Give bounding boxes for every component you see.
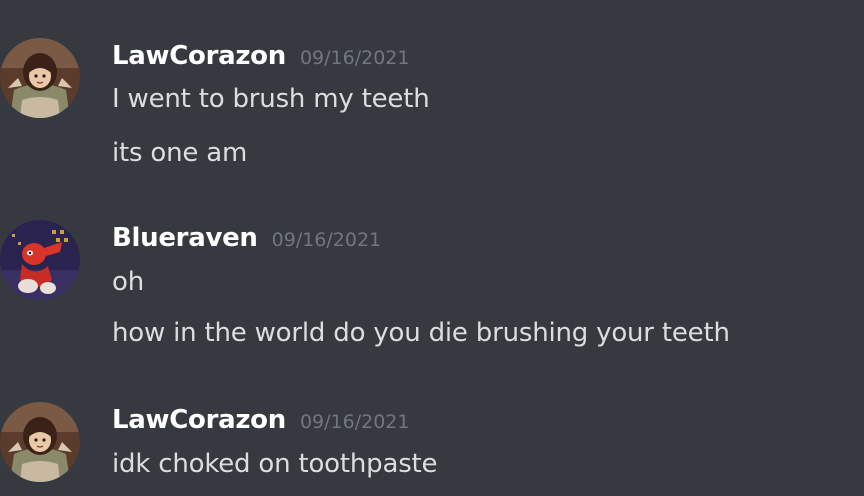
username[interactable]: LawCorazon — [112, 41, 286, 71]
message-text: its one am — [112, 138, 248, 168]
avatar[interactable] — [0, 38, 80, 118]
message-text: oh — [112, 267, 144, 297]
avatar[interactable] — [0, 220, 80, 300]
avatar[interactable] — [0, 402, 80, 482]
anime-girl-avatar-icon — [0, 38, 80, 118]
username[interactable]: Blueraven — [112, 223, 258, 253]
username[interactable]: LawCorazon — [112, 405, 286, 435]
timestamp[interactable]: 09/16/2021 — [272, 229, 382, 251]
message-text: idk choked on toothpaste — [112, 449, 438, 479]
timestamp[interactable]: 09/16/2021 — [300, 411, 410, 433]
message-header: LawCorazon 09/16/2021 — [112, 402, 409, 438]
timestamp[interactable]: 09/16/2021 — [300, 47, 410, 69]
message-header: LawCorazon 09/16/2021 — [112, 38, 409, 74]
chat-message-list: LawCorazon 09/16/2021 I went to brush my … — [0, 0, 864, 496]
message-text: I went to brush my teeth — [112, 84, 430, 114]
anime-girl-avatar-icon — [0, 402, 80, 482]
message-header: Blueraven 09/16/2021 — [112, 220, 381, 256]
red-figure-avatar-icon — [0, 220, 80, 300]
message-text: how in the world do you die brushing you… — [112, 318, 730, 348]
